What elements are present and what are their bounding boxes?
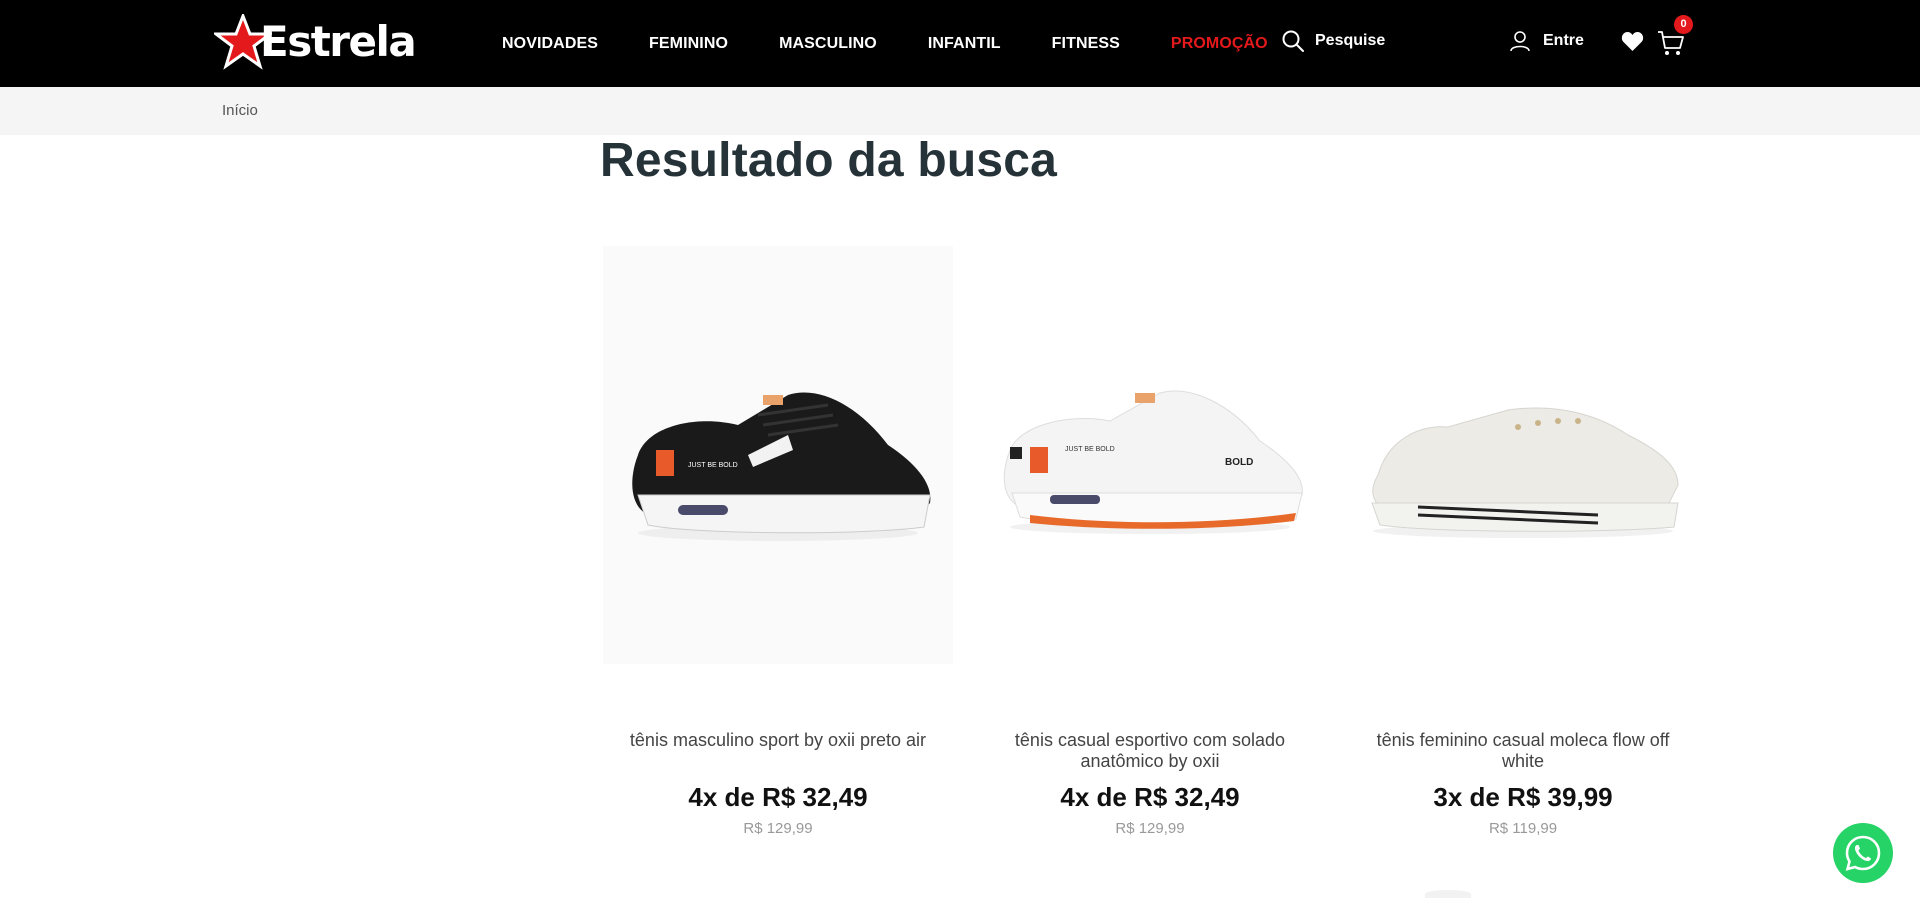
nav-fitness[interactable]: FITNESS	[1052, 35, 1120, 53]
svg-text:JUST BE BOLD: JUST BE BOLD	[688, 462, 738, 469]
site-header: Estrela NOVIDADES FEMININO MASCULINO INF…	[0, 0, 1920, 87]
nav-promocao[interactable]: PROMOÇÃO	[1171, 35, 1268, 53]
product-installment-price: 3x de R$ 39,99	[1433, 782, 1613, 812]
next-row-product-peek	[1425, 890, 1471, 898]
product-card[interactable]: JUST BE BOLD BOLD tênis casual esportivo…	[975, 246, 1325, 837]
product-image[interactable]: JUST BE BOLD BOLD	[975, 246, 1325, 664]
product-card[interactable]: JUST BE BOLD tênis masculino sport by ox…	[603, 246, 953, 837]
page-title: Resultado da busca	[600, 134, 1058, 187]
product-full-price: R$ 129,99	[743, 820, 813, 837]
login-link[interactable]: Entre	[1509, 30, 1584, 52]
nav-feminino[interactable]: FEMININO	[649, 35, 728, 53]
estrela-logo[interactable]: Estrela	[214, 14, 417, 70]
product-installment-price: 4x de R$ 32,49	[1060, 782, 1240, 812]
breadcrumb: Início	[0, 87, 1920, 135]
nav-infantil[interactable]: INFANTIL	[928, 35, 1001, 53]
search-label: Pesquise	[1315, 32, 1386, 49]
product-card[interactable]: tênis feminino casual moleca flow off wh…	[1348, 246, 1698, 837]
offwhite-sneaker-image	[1371, 407, 1679, 538]
product-name[interactable]: tênis masculino sport by oxii preto air	[603, 730, 953, 772]
whatsapp-icon	[1845, 835, 1881, 871]
login-label: Entre	[1543, 32, 1584, 49]
whatsapp-button[interactable]	[1833, 823, 1893, 883]
black-sneaker-image: JUST BE BOLD	[632, 392, 931, 541]
wishlist-button[interactable]	[1621, 31, 1644, 57]
svg-text:JUST BE BOLD: JUST BE BOLD	[1065, 446, 1115, 453]
nav-novidades[interactable]: NOVIDADES	[502, 35, 598, 53]
user-icon	[1510, 31, 1530, 52]
cart-button[interactable]	[1657, 29, 1685, 62]
svg-text:BOLD: BOLD	[1225, 457, 1253, 468]
white-sneaker-image: JUST BE BOLD BOLD	[1003, 390, 1303, 534]
breadcrumb-home[interactable]: Início	[222, 102, 258, 119]
heart-icon	[1621, 32, 1644, 51]
product-installment-price: 4x de R$ 32,49	[688, 782, 868, 812]
search-trigger[interactable]: Pesquise	[1281, 29, 1385, 53]
cart-count-badge: 0	[1674, 15, 1693, 34]
product-full-price: R$ 119,99	[1488, 820, 1558, 837]
product-name[interactable]: tênis casual esportivo com solado anatôm…	[975, 730, 1325, 772]
product-full-price: R$ 129,99	[1115, 820, 1185, 837]
product-image[interactable]	[1348, 246, 1698, 664]
nav-masculino[interactable]: MASCULINO	[779, 35, 877, 53]
product-image[interactable]: JUST BE BOLD	[603, 246, 953, 664]
main-nav: NOVIDADES FEMININO MASCULINO INFANTIL FI…	[502, 0, 1268, 87]
product-name[interactable]: tênis feminino casual moleca flow off wh…	[1348, 730, 1698, 772]
search-icon	[1282, 30, 1304, 52]
logo-text: Estrela	[260, 17, 417, 66]
